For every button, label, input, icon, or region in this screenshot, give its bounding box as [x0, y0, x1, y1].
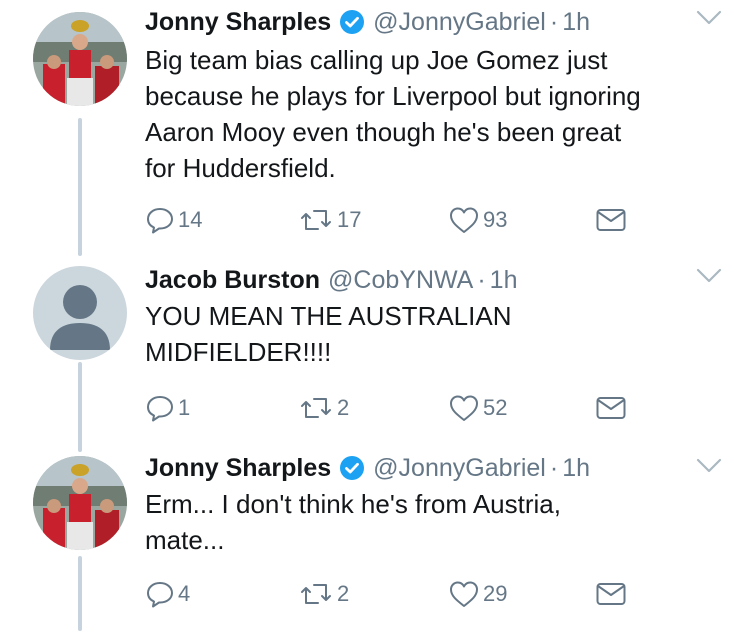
timestamp[interactable]: 1h: [490, 260, 518, 300]
retweet-button[interactable]: 17: [298, 202, 361, 238]
tweet-text-line: Erm... I don't think he's from Austria,: [145, 489, 561, 519]
timestamp[interactable]: 1h: [562, 448, 590, 488]
envelope-icon: [595, 394, 627, 422]
author-handle[interactable]: @JonnyGabriel: [373, 448, 546, 488]
retweet-icon: [298, 205, 334, 235]
like-count: 93: [483, 207, 508, 232]
reply-count: 4: [178, 581, 191, 606]
tweet-text-line: for Huddersfield.: [145, 153, 336, 183]
direct-message-button[interactable]: [595, 202, 627, 238]
verified-badge-icon: [339, 9, 365, 35]
separator: ·: [477, 266, 486, 294]
like-button[interactable]: 29: [448, 576, 507, 612]
envelope-icon: [595, 580, 627, 608]
chevron-down-icon[interactable]: [696, 458, 722, 479]
author-name[interactable]: Jonny Sharples: [145, 448, 331, 488]
retweet-count: 17: [337, 207, 362, 232]
tweet-text-line: YOU MEAN THE AUSTRALIAN: [145, 301, 512, 331]
tweet-actions: 1 2 52: [145, 390, 645, 426]
author-name[interactable]: Jacob Burston: [145, 260, 320, 300]
reply-count: 1: [178, 395, 191, 420]
heart-icon: [448, 393, 480, 423]
author-handle[interactable]: @JonnyGabriel: [373, 2, 546, 42]
timestamp[interactable]: 1h: [562, 2, 590, 42]
reply-button[interactable]: 14: [145, 202, 202, 238]
separator: ·: [549, 8, 559, 36]
retweet-button[interactable]: 2: [298, 576, 349, 612]
like-button[interactable]: 52: [448, 390, 507, 426]
tweet[interactable]: Jonny Sharples @JonnyGabriel · 1h Erm...…: [0, 448, 750, 631]
direct-message-button[interactable]: [595, 390, 627, 426]
retweet-button[interactable]: 2: [298, 390, 349, 426]
reply-button[interactable]: 1: [145, 390, 190, 426]
like-button[interactable]: 93: [448, 202, 507, 238]
tweet-text-line: mate...: [145, 525, 225, 555]
chevron-down-icon[interactable]: [696, 268, 722, 289]
tweet-text-line: MIDFIELDER!!!!: [145, 337, 332, 367]
tweet-text: YOU MEAN THE AUSTRALIAN MIDFIELDER!!!!: [145, 298, 730, 370]
reply-button[interactable]: 4: [145, 576, 190, 612]
author-handle[interactable]: @CobYNWA: [328, 260, 473, 300]
like-count: 29: [483, 581, 508, 606]
tweet[interactable]: Jacob Burston @CobYNWA · 1h YOU MEAN THE…: [0, 258, 750, 448]
tweet[interactable]: Jonny Sharples @JonnyGabriel · 1h Big te…: [0, 0, 750, 250]
author-name[interactable]: Jonny Sharples: [145, 2, 331, 42]
avatar[interactable]: [33, 456, 127, 550]
reply-icon: [145, 393, 175, 423]
retweet-icon: [298, 579, 334, 609]
verified-badge-icon: [339, 455, 365, 481]
tweet-text: Big team bias calling up Joe Gomez just …: [145, 42, 730, 186]
tweet-actions: 14 17 93: [145, 202, 645, 238]
reply-count: 14: [178, 207, 203, 232]
tweet-text: Erm... I don't think he's from Austria, …: [145, 486, 730, 558]
tweet-text-line: Big team bias calling up Joe Gomez just: [145, 45, 608, 75]
heart-icon: [448, 579, 480, 609]
direct-message-button[interactable]: [595, 576, 627, 612]
like-count: 52: [483, 395, 508, 420]
chevron-down-icon[interactable]: [696, 10, 722, 31]
retweet-count: 2: [337, 581, 350, 606]
tweet-actions: 4 2 29: [145, 576, 645, 612]
heart-icon: [448, 205, 480, 235]
avatar[interactable]: [33, 12, 127, 106]
retweet-icon: [298, 393, 334, 423]
envelope-icon: [595, 206, 627, 234]
tweet-text-line: Aaron Mooy even though he's been great: [145, 117, 622, 147]
tweet-text-line: because he plays for Liverpool but ignor…: [145, 81, 641, 111]
retweet-count: 2: [337, 395, 350, 420]
reply-icon: [145, 579, 175, 609]
reply-icon: [145, 205, 175, 235]
avatar[interactable]: [33, 266, 127, 360]
separator: ·: [549, 454, 559, 482]
